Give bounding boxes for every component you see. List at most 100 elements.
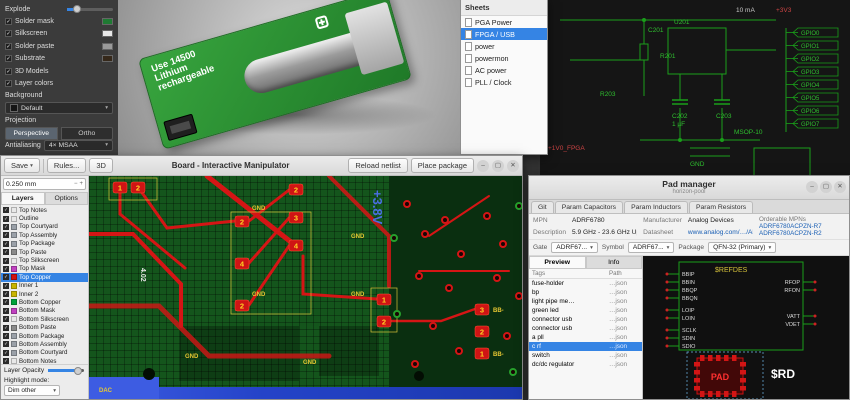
layer-visibility-checkbox[interactable]: ✓ xyxy=(3,241,9,247)
slider-knob[interactable] xyxy=(74,367,82,375)
layer-visibility-checkbox[interactable]: ✓ xyxy=(3,283,9,289)
datasheet-link[interactable]: www.analog.com/…/ADRF6780.pdf xyxy=(688,229,753,236)
maximize-button[interactable]: ▢ xyxy=(492,160,504,172)
layer-visibility-checkbox[interactable]: ✓ xyxy=(3,291,9,297)
parts-table-row[interactable]: switch…json xyxy=(529,351,642,360)
pcb-pad[interactable]: 2 xyxy=(235,216,249,227)
grid-spacing-spinner[interactable]: 0.250 mm −+ xyxy=(3,178,86,190)
maximize-button[interactable]: ▢ xyxy=(820,181,832,193)
layer-opacity-slider[interactable] xyxy=(48,369,84,372)
pcb-pad[interactable]: 2 xyxy=(131,182,145,193)
layer-visibility-checkbox[interactable]: ✓ xyxy=(3,216,9,222)
layer-row[interactable]: ✓Bottom Silkscreen xyxy=(1,315,88,323)
parts-table-row[interactable]: connector usb…json xyxy=(529,324,642,333)
layer-row[interactable]: ✓Outline xyxy=(1,214,88,222)
checkbox[interactable]: ✓ xyxy=(5,30,12,37)
symbol-select[interactable]: ADRF67... ▾ xyxy=(628,242,675,253)
spinner-buttons[interactable]: −+ xyxy=(74,181,83,187)
pcb-pad[interactable]: 4 xyxy=(289,240,303,251)
layer-visibility-checkbox[interactable]: ✓ xyxy=(3,299,9,305)
side-tab-options[interactable]: Options xyxy=(45,192,89,205)
tab-preview[interactable]: Preview xyxy=(529,256,586,269)
projection-ortho-button[interactable]: Ortho xyxy=(61,127,114,140)
layer-visibility-checkbox[interactable]: ✓ xyxy=(3,207,9,213)
layer-visibility-checkbox[interactable]: ✓ xyxy=(3,325,9,331)
parts-table-row[interactable]: c rf…json xyxy=(529,342,642,351)
color-swatch-button[interactable] xyxy=(102,18,113,25)
sheet-item[interactable]: power xyxy=(461,40,547,52)
rules-button[interactable]: Rules... xyxy=(47,158,86,173)
parts-table-row[interactable]: dc/dc regulator…json xyxy=(529,360,642,369)
minimize-button[interactable]: ‒ xyxy=(806,181,818,193)
layer-visibility-checkbox[interactable]: ✓ xyxy=(3,350,9,356)
layer-row[interactable]: ✓Bottom Courtyard xyxy=(1,349,88,357)
layer-row[interactable]: ✓Inner 1 xyxy=(1,282,88,290)
minimize-button[interactable]: ‒ xyxy=(477,160,489,172)
parts-table-row[interactable]: light pipe me……json xyxy=(529,297,642,306)
explode-slider[interactable] xyxy=(67,8,113,11)
color-swatch-button[interactable] xyxy=(102,30,113,37)
sheet-item[interactable]: PGA Power xyxy=(461,16,547,28)
antialiasing-select[interactable]: 4× MSAA ▾ xyxy=(44,140,113,151)
checkbox[interactable]: ✓ xyxy=(5,55,12,62)
sheet-item[interactable]: AC power xyxy=(461,64,547,76)
background-select[interactable]: Default ▾ xyxy=(5,102,113,114)
layer-row[interactable]: ✓Bottom Paste xyxy=(1,323,88,331)
color-swatch-button[interactable] xyxy=(102,43,113,50)
pcb-pad[interactable]: 2 xyxy=(235,300,249,311)
layer-visibility-checkbox[interactable]: ✓ xyxy=(3,316,9,322)
layer-row[interactable]: ✓Bottom Copper xyxy=(1,298,88,306)
side-tab-layers[interactable]: Layers xyxy=(1,192,45,205)
parts-table-row[interactable]: green led…json xyxy=(529,306,642,315)
pcb-pad[interactable]: 3 xyxy=(475,304,489,315)
layer-row[interactable]: ✓Bottom Mask xyxy=(1,307,88,315)
3d-view-button[interactable]: 3D xyxy=(89,158,113,173)
tab-info[interactable]: Info xyxy=(586,256,643,269)
gate-select[interactable]: ADRF67... ▾ xyxy=(551,242,598,253)
layer-row[interactable]: ✓Bottom Assembly xyxy=(1,340,88,348)
highlight-mode-select[interactable]: Dim other ▾ xyxy=(4,385,60,396)
pcb-pad[interactable]: 2 xyxy=(289,184,303,195)
slider-knob[interactable] xyxy=(73,5,81,13)
layer-visibility-checkbox[interactable]: ✓ xyxy=(3,258,9,264)
pcb-pad[interactable]: 2 xyxy=(475,326,489,337)
layer-visibility-checkbox[interactable]: ✓ xyxy=(3,249,9,255)
close-button[interactable]: ✕ xyxy=(507,160,519,172)
sheet-item[interactable]: PLL / Clock xyxy=(461,76,547,88)
projection-perspective-button[interactable]: Perspective xyxy=(5,127,58,140)
layer-row[interactable]: ✓Bottom Notes xyxy=(1,357,88,364)
parts-table-row[interactable]: connector usb…json xyxy=(529,315,642,324)
reload-netlist-button[interactable]: Reload netlist xyxy=(348,158,407,173)
pcb-pad[interactable]: 4 xyxy=(235,258,249,269)
layer-visibility-checkbox[interactable]: ✓ xyxy=(3,333,9,339)
place-package-button[interactable]: Place package xyxy=(411,158,474,173)
sheet-item[interactable]: powermon xyxy=(461,52,547,64)
pcb-pad[interactable]: 2 xyxy=(377,316,391,327)
layer-visibility-checkbox[interactable]: ✓ xyxy=(3,266,9,272)
checkbox[interactable]: ✓ xyxy=(5,68,12,75)
pool-tab[interactable]: Git xyxy=(531,201,554,213)
pool-tab[interactable]: Param Capacitors xyxy=(555,201,623,213)
parts-table-row[interactable]: bp…json xyxy=(529,288,642,297)
layer-visibility-checkbox[interactable]: ✓ xyxy=(3,274,9,280)
save-button[interactable]: Save ▾ xyxy=(4,158,40,173)
checkbox[interactable]: ✓ xyxy=(5,43,12,50)
layer-visibility-checkbox[interactable]: ✓ xyxy=(3,308,9,314)
color-swatch-button[interactable] xyxy=(102,55,113,62)
layer-row[interactable]: ✓Bottom Package xyxy=(1,332,88,340)
parts-table-row[interactable]: a pll…json xyxy=(529,333,642,342)
layer-visibility-checkbox[interactable]: ✓ xyxy=(3,224,9,230)
layer-row[interactable]: ✓Top Mask xyxy=(1,265,88,273)
pcb-pad[interactable]: 1 xyxy=(475,348,489,359)
3d-viewport[interactable]: Use 14500 Lithium rechargeable xyxy=(118,0,460,155)
layer-visibility-checkbox[interactable]: ✓ xyxy=(3,341,9,347)
layer-row[interactable]: ✓Top Paste xyxy=(1,248,88,256)
layer-row[interactable]: ✓Inner 2 xyxy=(1,290,88,298)
layer-row[interactable]: ✓Top Silkscreen xyxy=(1,256,88,264)
parts-table-row[interactable]: fuse-holder…json xyxy=(529,279,642,288)
part-preview-canvas[interactable]: $REFDES BBIPBBINBBQPBBQNLOIPLOINSCLKSDIN… xyxy=(643,256,849,399)
close-button[interactable]: ✕ xyxy=(834,181,846,193)
sheet-item[interactable]: FPGA / USB xyxy=(461,28,547,40)
layer-row[interactable]: ✓Top Package xyxy=(1,240,88,248)
layer-row[interactable]: ✓Top Copper xyxy=(1,273,88,281)
